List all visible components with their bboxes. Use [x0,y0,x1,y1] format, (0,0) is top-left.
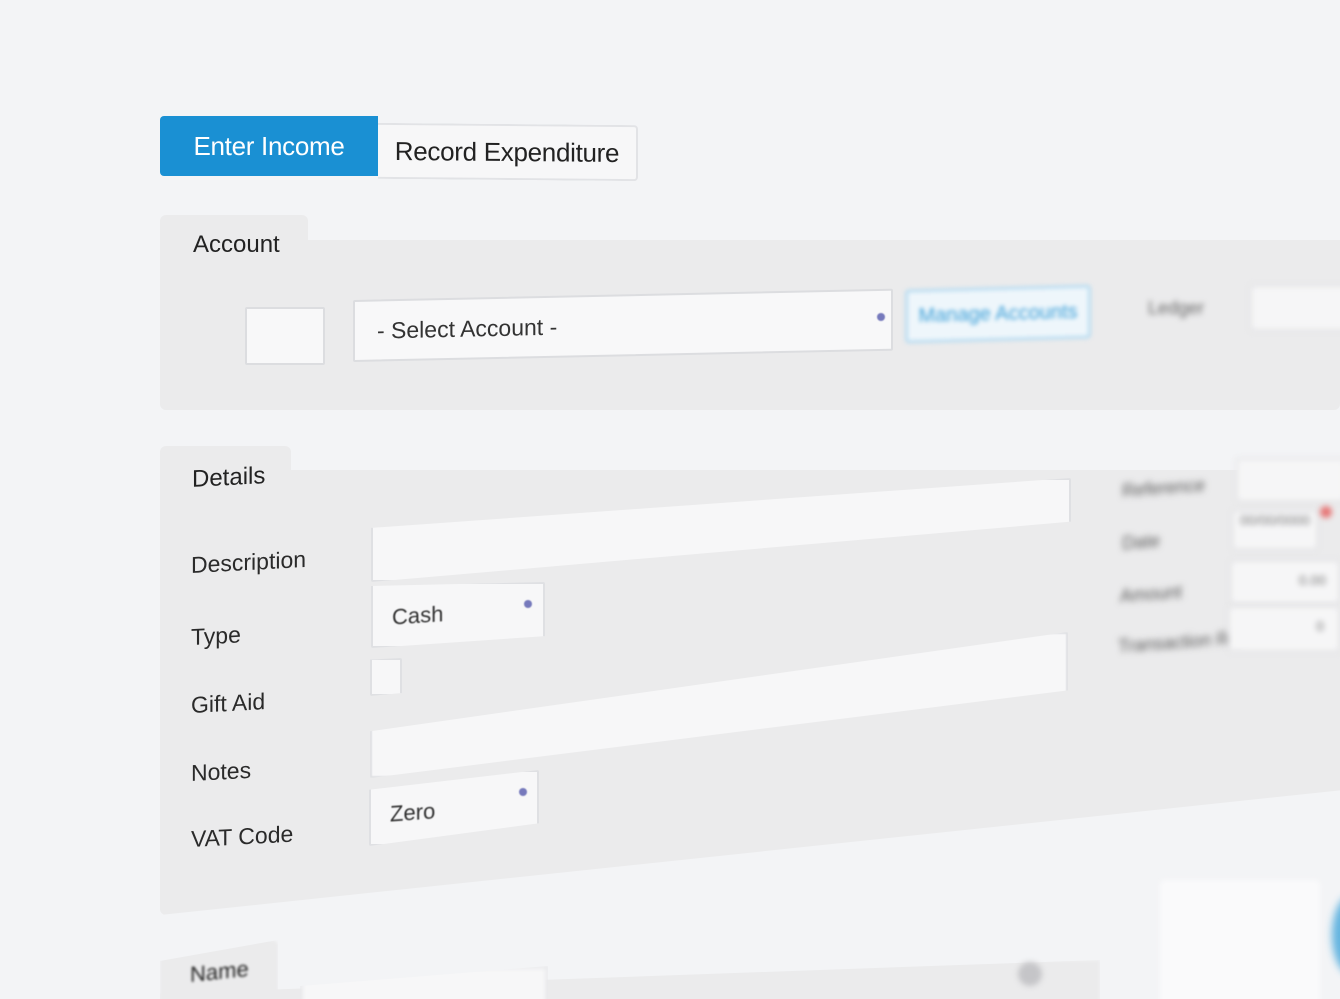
transaction-ref-input[interactable]: 0 [1228,606,1340,652]
name-title-text: Name [190,955,249,988]
vat-code-label: VAT Code [191,820,294,852]
type-label: Type [191,621,241,650]
transaction-ref-value: 0 [1316,618,1324,634]
account-select[interactable]: - Select Account - [353,288,893,362]
info-icon[interactable] [1018,962,1042,986]
manage-accounts-button[interactable]: Manage Accounts [905,284,1091,344]
account-code-input[interactable] [245,307,325,365]
amount-label: Amount [1120,581,1183,607]
details-title-text: Details [192,462,266,493]
gift-aid-checkbox[interactable] [370,658,402,696]
vat-code-value: Zero [390,798,436,827]
details-section-title: Details [160,446,291,496]
type-value: Cash [392,601,444,630]
account-select-value: - Select Account - [377,313,558,343]
gift-aid-label: Gift Aid [191,688,266,718]
date-input[interactable]: 00/00/0000 [1232,510,1318,550]
dropdown-arrow-icon [524,600,532,608]
reference-input[interactable] [1236,458,1340,502]
tab-enter-income[interactable]: Enter Income [160,116,378,176]
help-button-icon[interactable] [1332,895,1340,975]
date-value: 00/00/0000 [1240,512,1311,528]
side-card [1160,880,1320,999]
income-expenditure-tabs: Enter Income Record Expenditure [160,116,638,182]
ledger-select[interactable] [1250,285,1340,331]
amount-value: 0.00 [1298,572,1326,588]
date-label: Date [1122,530,1161,554]
notes-label: Notes [191,756,252,786]
ledger-label: Ledger [1148,298,1205,318]
name-input[interactable] [300,966,548,999]
tab-record-expenditure[interactable]: Record Expenditure [378,122,638,182]
dropdown-arrow-icon [519,788,527,796]
calendar-icon[interactable] [1320,506,1332,518]
dropdown-arrow-icon [877,313,885,321]
name-section-title: Name [160,940,278,999]
amount-input[interactable]: 0.00 [1230,560,1340,604]
account-section-title: Account [160,215,308,258]
